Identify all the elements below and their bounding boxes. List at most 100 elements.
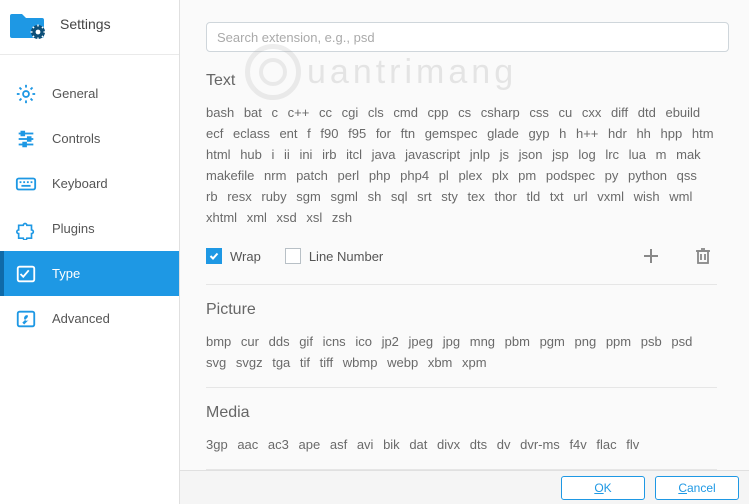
extension-item[interactable]: dtd <box>638 105 656 120</box>
sidebar-item-plugins[interactable]: Plugins <box>0 206 179 251</box>
extension-item[interactable]: htm <box>692 126 714 141</box>
extension-item[interactable]: ppm <box>606 334 631 349</box>
extension-item[interactable]: cpp <box>428 105 449 120</box>
extension-item[interactable]: f95 <box>348 126 366 141</box>
extension-item[interactable]: ecf <box>206 126 223 141</box>
extension-item[interactable]: i <box>272 147 275 162</box>
extension-item[interactable]: divx <box>437 437 460 452</box>
extension-item[interactable]: webp <box>387 355 418 370</box>
sidebar-item-keyboard[interactable]: Keyboard <box>0 161 179 206</box>
extension-item[interactable]: c <box>272 105 279 120</box>
extension-item[interactable]: pl <box>439 168 449 183</box>
extension-item[interactable]: bmp <box>206 334 231 349</box>
extension-item[interactable]: ent <box>279 126 297 141</box>
extension-item[interactable]: lrc <box>605 147 619 162</box>
extension-item[interactable]: dts <box>470 437 487 452</box>
extension-item[interactable]: cs <box>458 105 471 120</box>
extension-item[interactable]: icns <box>323 334 346 349</box>
extension-item[interactable]: dat <box>409 437 427 452</box>
extension-item[interactable]: bash <box>206 105 234 120</box>
extension-item[interactable]: pgm <box>540 334 565 349</box>
extension-item[interactable]: bat <box>244 105 262 120</box>
extension-item[interactable]: h++ <box>576 126 598 141</box>
extension-item[interactable]: css <box>529 105 549 120</box>
search-input[interactable] <box>206 22 729 52</box>
extension-item[interactable]: thor <box>494 189 516 204</box>
extension-item[interactable]: aac <box>237 437 258 452</box>
extension-item[interactable]: xml <box>247 210 267 225</box>
extension-item[interactable]: svgz <box>236 355 263 370</box>
extension-item[interactable]: mak <box>676 147 701 162</box>
extension-item[interactable]: ii <box>284 147 290 162</box>
sidebar-item-controls[interactable]: Controls <box>0 116 179 161</box>
extension-item[interactable]: dv <box>497 437 511 452</box>
extension-item[interactable]: 3gp <box>206 437 228 452</box>
extension-item[interactable]: cur <box>241 334 259 349</box>
extension-item[interactable]: ebuild <box>665 105 700 120</box>
extension-item[interactable]: patch <box>296 168 328 183</box>
extension-item[interactable]: ape <box>299 437 321 452</box>
extension-item[interactable]: f <box>307 126 311 141</box>
extension-item[interactable]: cu <box>559 105 573 120</box>
extension-item[interactable]: perl <box>338 168 360 183</box>
extension-item[interactable]: c++ <box>288 105 310 120</box>
extension-item[interactable]: srt <box>417 189 431 204</box>
extension-item[interactable]: m <box>656 147 667 162</box>
extension-item[interactable]: png <box>575 334 597 349</box>
extension-item[interactable]: cmd <box>393 105 418 120</box>
extension-item[interactable]: lua <box>629 147 646 162</box>
extension-item[interactable]: dds <box>269 334 290 349</box>
extension-item[interactable]: asf <box>330 437 347 452</box>
extension-item[interactable]: glade <box>487 126 519 141</box>
extension-item[interactable]: xhtml <box>206 210 237 225</box>
extension-item[interactable]: psb <box>641 334 662 349</box>
line-number-checkbox[interactable]: Line Number <box>285 248 383 264</box>
add-button[interactable] <box>637 242 665 270</box>
extension-item[interactable]: ini <box>299 147 312 162</box>
extension-item[interactable]: vxml <box>597 189 624 204</box>
extension-item[interactable]: svg <box>206 355 226 370</box>
extension-item[interactable]: plex <box>458 168 482 183</box>
extension-item[interactable]: bik <box>383 437 400 452</box>
extension-item[interactable]: xpm <box>462 355 487 370</box>
extension-item[interactable]: sh <box>368 189 382 204</box>
extension-item[interactable]: hh <box>636 126 650 141</box>
sections-scroll[interactable]: Textbash bat c c++ cc cgi cls cmd cpp cs… <box>206 60 725 470</box>
extension-item[interactable]: py <box>605 168 619 183</box>
extension-item[interactable]: f4v <box>569 437 586 452</box>
extension-item[interactable]: ftn <box>401 126 415 141</box>
extension-item[interactable]: ruby <box>261 189 286 204</box>
extension-item[interactable]: sgm <box>296 189 321 204</box>
extension-item[interactable]: podspec <box>546 168 595 183</box>
extension-item[interactable]: for <box>376 126 391 141</box>
extension-item[interactable]: php <box>369 168 391 183</box>
extension-item[interactable]: pbm <box>505 334 530 349</box>
extension-item[interactable]: php4 <box>400 168 429 183</box>
extension-item[interactable]: itcl <box>346 147 362 162</box>
extension-item[interactable]: hpp <box>661 126 683 141</box>
extension-item[interactable]: pm <box>518 168 536 183</box>
extension-item[interactable]: html <box>206 147 231 162</box>
extension-item[interactable]: url <box>573 189 587 204</box>
extension-item[interactable]: gemspec <box>425 126 478 141</box>
extension-item[interactable]: rb <box>206 189 218 204</box>
extension-item[interactable]: plx <box>492 168 509 183</box>
extension-item[interactable]: jp2 <box>382 334 399 349</box>
extension-item[interactable]: ac3 <box>268 437 289 452</box>
extension-item[interactable]: h <box>559 126 566 141</box>
extension-item[interactable]: nrm <box>264 168 286 183</box>
extension-item[interactable]: log <box>578 147 595 162</box>
extension-item[interactable]: ico <box>355 334 372 349</box>
extension-item[interactable]: jpeg <box>409 334 434 349</box>
extension-item[interactable]: cc <box>319 105 332 120</box>
extension-item[interactable]: tiff <box>320 355 334 370</box>
extension-item[interactable]: jpg <box>443 334 460 349</box>
extension-item[interactable]: python <box>628 168 667 183</box>
extension-item[interactable]: f90 <box>320 126 338 141</box>
extension-item[interactable]: csharp <box>481 105 520 120</box>
wrap-checkbox[interactable]: Wrap <box>206 248 261 264</box>
extension-item[interactable]: makefile <box>206 168 254 183</box>
extension-item[interactable]: txt <box>550 189 564 204</box>
extension-item[interactable]: jnlp <box>470 147 490 162</box>
extension-item[interactable]: psd <box>671 334 692 349</box>
